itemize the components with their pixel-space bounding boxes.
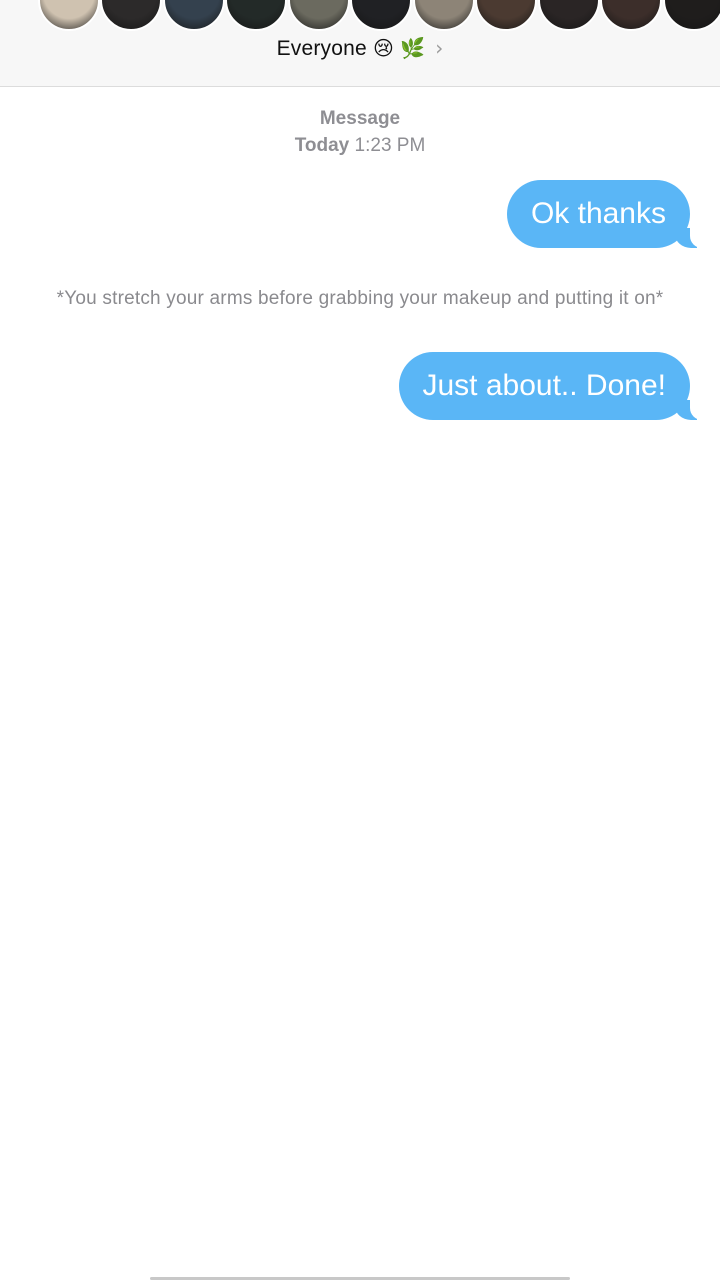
group-name-label: Everyone [276, 37, 367, 60]
bubble-tail [675, 398, 705, 420]
avatar [600, 0, 663, 31]
narration-text: *You stretch your arms before grabbing y… [56, 288, 664, 309]
chevron-right-icon: › [435, 36, 444, 60]
timestamp-day: Today [294, 135, 350, 156]
avatar [412, 0, 475, 31]
avatar [100, 0, 163, 31]
message-timestamp: Today 1:23 PM [0, 135, 720, 157]
bubble-tail [675, 226, 705, 248]
avatar [537, 0, 600, 31]
message-text: Ok thanks [530, 197, 666, 230]
avatar [38, 0, 100, 31]
message-text: Just about.. Done! [422, 369, 667, 402]
avatar [662, 0, 720, 31]
group-name-button[interactable]: Everyone 😢 🌿 › [0, 36, 720, 61]
group-avatars[interactable] [38, 0, 720, 31]
timestamp-time: 1:23 PM [354, 135, 426, 156]
avatar [350, 0, 413, 31]
crying-face-emoji: 😢 [372, 36, 395, 60]
message-service-label: Message [319, 108, 401, 129]
avatar [225, 0, 288, 31]
message-bubble-outgoing[interactable]: Just about.. Done! [398, 352, 705, 420]
conversation-header: Everyone 😢 🌿 › [0, 0, 720, 87]
avatar [475, 0, 538, 31]
avatar [287, 0, 350, 31]
avatar [162, 0, 225, 31]
message-bubble-outgoing[interactable]: Ok thanks [506, 180, 705, 248]
herb-emoji: 🌿 [400, 36, 426, 60]
